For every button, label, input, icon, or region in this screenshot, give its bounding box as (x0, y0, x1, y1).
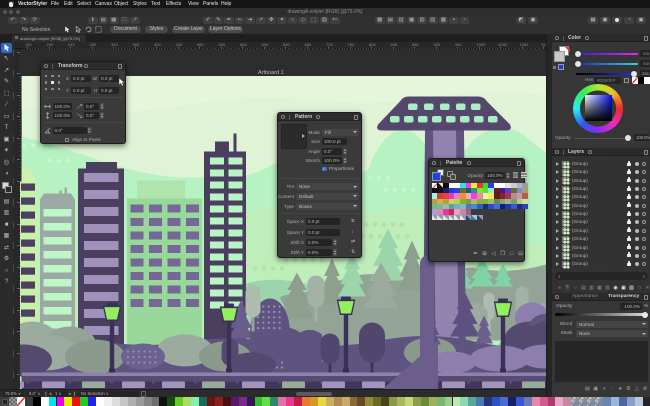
svg-text:Artboard 1: Artboard 1 (258, 70, 284, 76)
